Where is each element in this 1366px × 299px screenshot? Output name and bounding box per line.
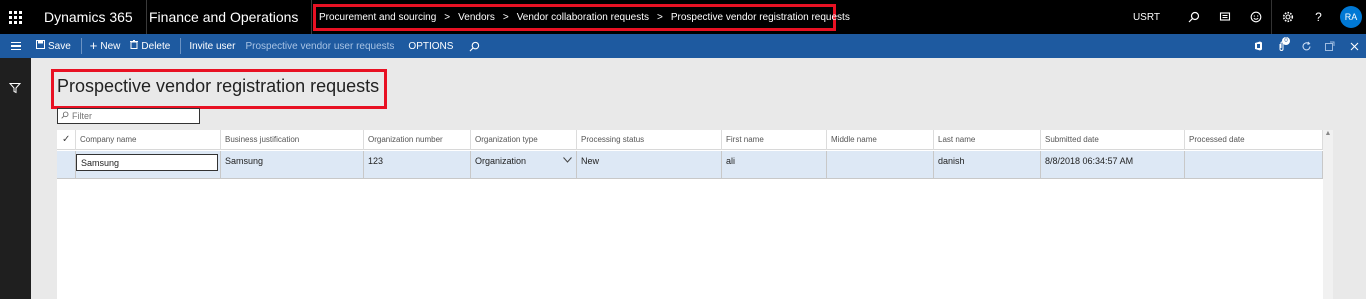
- breadcrumb-item-vendor-collaboration[interactable]: Vendor collaboration requests: [517, 12, 649, 23]
- search-icon: [61, 111, 69, 121]
- scroll-up-icon[interactable]: ▲: [1325, 130, 1332, 137]
- topbar-right-group: USRT ? RA: [1133, 0, 1366, 34]
- filter-icon[interactable]: [8, 81, 22, 99]
- column-header-processed-date[interactable]: Processed date: [1185, 130, 1323, 150]
- chevron-down-icon[interactable]: [563, 155, 572, 165]
- new-label: New: [100, 40, 121, 52]
- column-header-submitted-date[interactable]: Submitted date: [1041, 130, 1185, 150]
- cell-organization-type[interactable]: Organization: [471, 151, 577, 179]
- smiley-feedback-icon[interactable]: [1240, 0, 1271, 34]
- vendor-requests-grid: ✓ Company name Business justification Or…: [57, 130, 1323, 299]
- cell-processing-status[interactable]: New: [577, 151, 722, 179]
- right-rail: [1333, 58, 1366, 299]
- trash-icon: [130, 40, 139, 52]
- cell-middle-name[interactable]: [827, 151, 934, 179]
- delete-button[interactable]: Delete: [130, 34, 170, 58]
- column-header-processing-status[interactable]: Processing status: [577, 130, 722, 150]
- search-icon[interactable]: [1178, 0, 1209, 34]
- cell-processed-date[interactable]: [1185, 151, 1323, 179]
- action-divider: [80, 38, 82, 54]
- office-icon[interactable]: [1246, 34, 1270, 58]
- filter-field[interactable]: [57, 108, 200, 124]
- select-all-checkbox[interactable]: ✓: [57, 130, 76, 150]
- attachment-icon[interactable]: 0: [1270, 34, 1294, 58]
- column-header-organization-number[interactable]: Organization number: [364, 130, 471, 150]
- help-icon[interactable]: ?: [1303, 0, 1334, 34]
- action-buttons: Save + New Delete Invite user Prospectiv…: [36, 34, 490, 58]
- row-selector[interactable]: [57, 151, 76, 179]
- breadcrumb: Procurement and sourcing > Vendors > Ven…: [313, 4, 850, 31]
- message-icon[interactable]: [1209, 0, 1240, 34]
- new-button[interactable]: + New: [90, 34, 121, 58]
- save-button[interactable]: Save: [36, 34, 71, 58]
- cell-business-justification[interactable]: Samsung: [221, 151, 364, 179]
- cell-last-name[interactable]: danish: [934, 151, 1041, 179]
- save-label: Save: [48, 40, 71, 52]
- organization-type-value: Organization: [475, 156, 527, 166]
- delete-label: Delete: [141, 40, 171, 52]
- company-picker[interactable]: USRT: [1133, 12, 1160, 23]
- table-row[interactable]: Samsung Samsung 123 Organization New ali…: [57, 151, 1323, 179]
- column-header-last-name[interactable]: Last name: [934, 130, 1041, 150]
- notification-badge: 0: [1282, 37, 1290, 45]
- page-title: Prospective vendor registration requests: [57, 76, 380, 96]
- cell-organization-number[interactable]: 123: [364, 151, 471, 179]
- left-navigation-pane: [0, 58, 31, 299]
- invite-user-button[interactable]: Invite user: [189, 34, 235, 58]
- prospective-vendor-user-requests-button[interactable]: Prospective vendor user requests: [245, 34, 394, 58]
- action-search-icon[interactable]: [469, 34, 480, 58]
- chevron-right-icon: >: [444, 12, 451, 23]
- app-launcher-icon[interactable]: [0, 0, 31, 34]
- breadcrumb-item-vendors[interactable]: Vendors: [458, 12, 495, 23]
- top-navigation-bar: Dynamics 365 Finance and Operations Proc…: [0, 0, 1366, 34]
- cell-company-name[interactable]: Samsung: [76, 151, 221, 179]
- avatar[interactable]: RA: [1340, 6, 1362, 28]
- gear-icon[interactable]: [1272, 0, 1303, 34]
- close-icon[interactable]: [1342, 34, 1366, 58]
- column-header-business-justification[interactable]: Business justification: [221, 130, 364, 150]
- app-name[interactable]: Dynamics 365: [31, 0, 147, 34]
- action-pane-right: 0: [1246, 34, 1366, 58]
- filter-input[interactable]: [72, 111, 192, 121]
- breadcrumb-item-current: Prospective vendor registration requests: [670, 12, 850, 23]
- chevron-right-icon: >: [657, 12, 663, 23]
- save-icon: [36, 40, 45, 52]
- hamburger-menu-icon[interactable]: [0, 34, 31, 58]
- plus-icon: +: [89, 38, 98, 53]
- grid-header: ✓ Company name Business justification Or…: [57, 130, 1323, 150]
- options-tab[interactable]: OPTIONS: [408, 34, 453, 58]
- chevron-right-icon: >: [502, 12, 509, 23]
- vertical-scrollbar[interactable]: ▲: [1323, 130, 1333, 299]
- cell-submitted-date[interactable]: 8/8/2018 06:34:57 AM: [1041, 151, 1185, 179]
- breadcrumb-item-procurement[interactable]: Procurement and sourcing: [319, 12, 436, 23]
- action-divider: [180, 38, 182, 54]
- column-header-middle-name[interactable]: Middle name: [827, 130, 934, 150]
- column-header-organization-type[interactable]: Organization type: [471, 130, 577, 150]
- module-name[interactable]: Finance and Operations: [136, 0, 313, 34]
- open-new-window-icon[interactable]: [1318, 34, 1342, 58]
- column-header-company-name[interactable]: Company name: [76, 130, 221, 150]
- company-name-input[interactable]: Samsung: [76, 154, 218, 171]
- action-pane: Save + New Delete Invite user Prospectiv…: [0, 34, 1366, 58]
- refresh-icon[interactable]: [1294, 34, 1318, 58]
- column-header-first-name[interactable]: First name: [722, 130, 827, 150]
- cell-first-name[interactable]: ali: [722, 151, 827, 179]
